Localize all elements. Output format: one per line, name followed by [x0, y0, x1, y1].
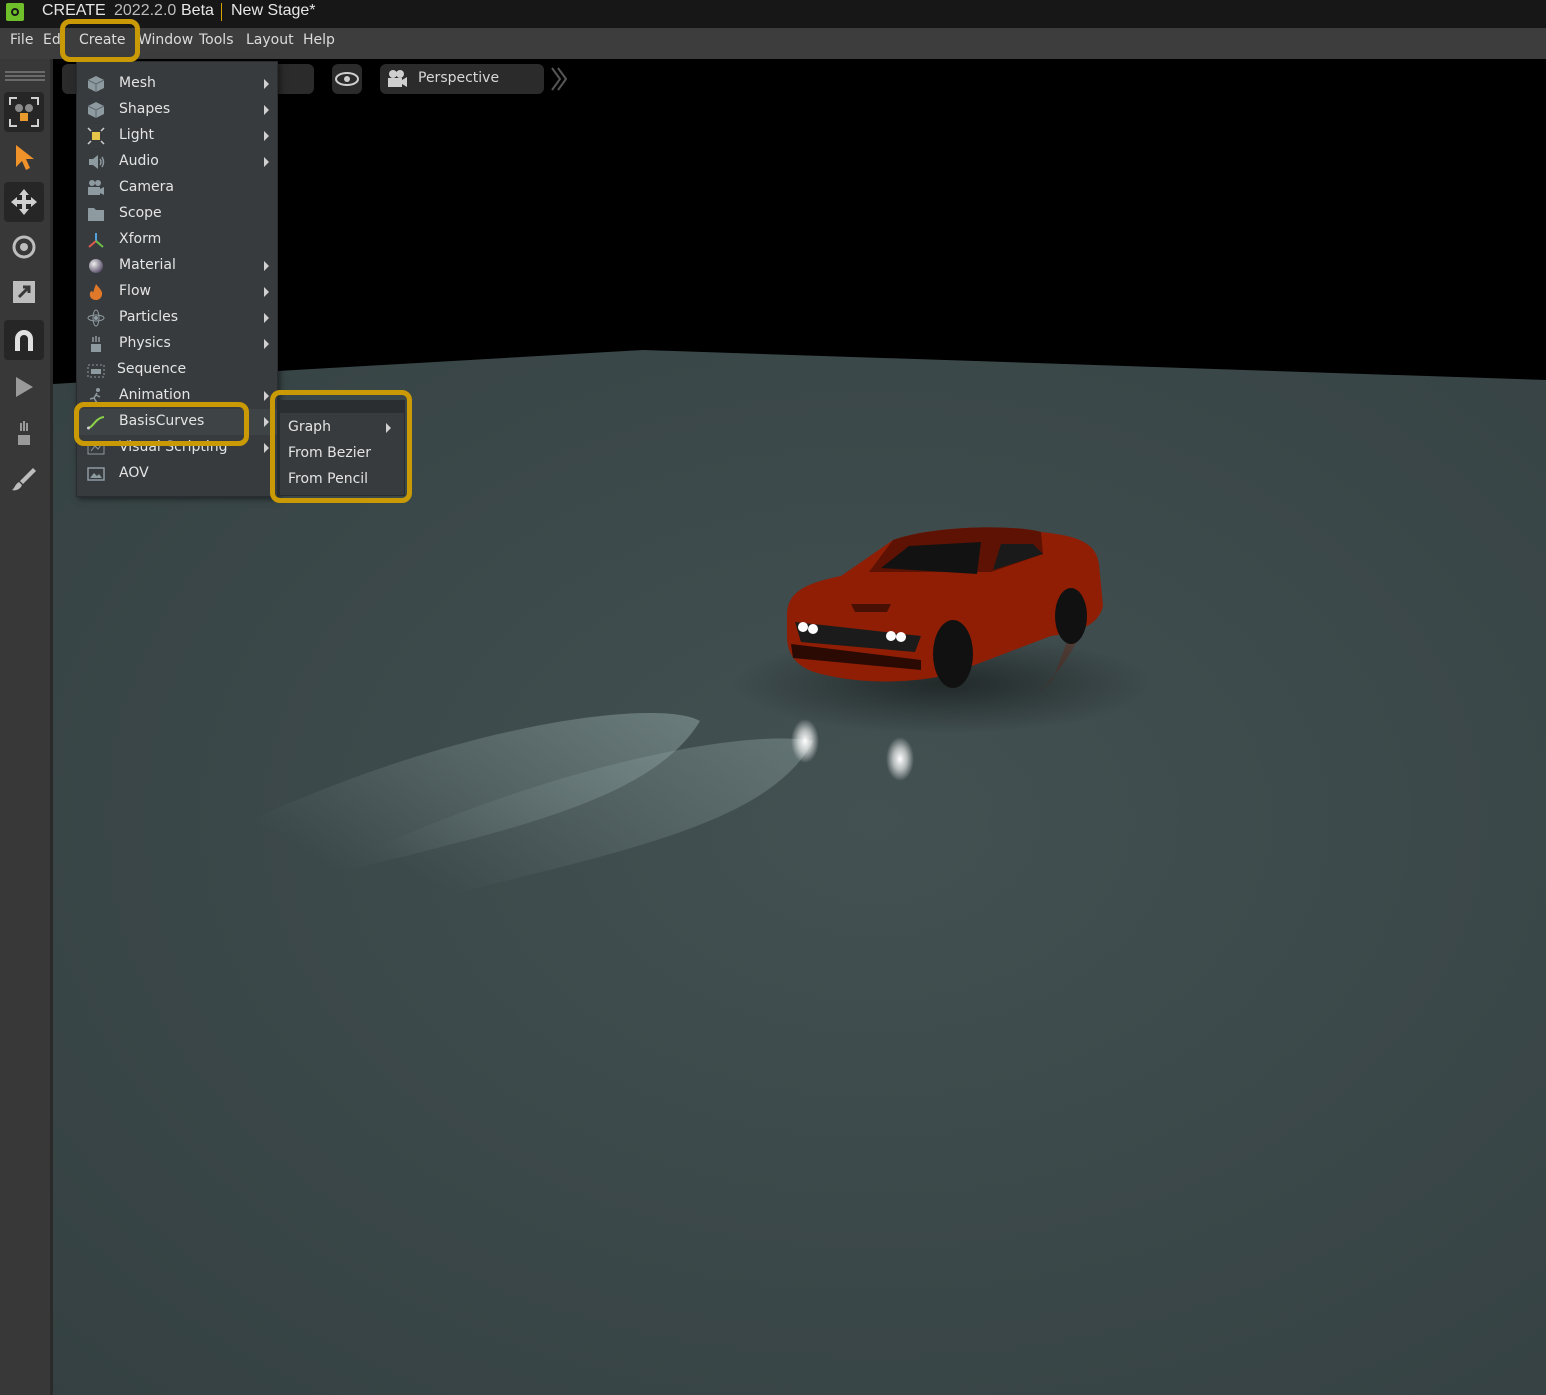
flame-icon	[89, 284, 103, 300]
app-version: 2022.2.0	[114, 2, 177, 19]
menu-help[interactable]: Help	[303, 32, 335, 48]
select-tool-icon[interactable]	[4, 137, 44, 177]
menu-item-aov[interactable]: AOV	[77, 461, 277, 487]
image-icon	[87, 467, 105, 481]
paint-tool-icon[interactable]	[4, 459, 44, 499]
submenu-arrow-icon	[264, 131, 269, 141]
animation-icon	[89, 388, 101, 404]
submenu-arrow-icon	[386, 423, 391, 433]
snap-tool-icon[interactable]	[4, 320, 44, 360]
menu-item-particles[interactable]: Particles	[77, 305, 277, 331]
frame-selection-tool-icon[interactable]	[4, 92, 44, 132]
menu-item-visual-scripting[interactable]: Visual Scripting	[77, 435, 277, 461]
graph-icon	[87, 441, 105, 455]
menu-item-basiscurves[interactable]: BasisCurves	[77, 409, 277, 435]
toolbar-grip-icon[interactable]	[5, 67, 45, 81]
play-tool-icon[interactable]	[4, 367, 44, 407]
stage-name: New Stage*	[231, 2, 316, 19]
light-icon	[87, 127, 105, 145]
menu-item-audio[interactable]: Audio	[77, 149, 277, 175]
menu-file[interactable]: File	[10, 32, 33, 48]
menu-item-physics[interactable]: Physics	[77, 331, 277, 357]
camera-icon	[88, 180, 104, 195]
camera-selector[interactable]: Perspective	[380, 64, 544, 94]
menu-create[interactable]: Create	[79, 32, 126, 48]
left-toolbar	[0, 59, 50, 1395]
submenu-arrow-icon	[264, 443, 269, 453]
menu-item-shapes[interactable]: Shapes	[77, 97, 277, 123]
menu-layout[interactable]: Layout	[246, 32, 294, 48]
menu-edit[interactable]: Ed	[43, 32, 61, 48]
viewport-expand-icon[interactable]	[549, 64, 568, 94]
physics-tool-icon[interactable]	[4, 414, 44, 454]
submenu-arrow-icon	[264, 287, 269, 297]
menu-tools[interactable]: Tools	[199, 32, 234, 48]
menu-item-camera[interactable]: Camera	[77, 175, 277, 201]
move-tool-icon[interactable]	[4, 182, 44, 222]
title-bar: CREATE 2022.2.0 Beta New Stage*	[0, 0, 1546, 28]
submenu-arrow-icon	[264, 313, 269, 323]
menu-item-animation[interactable]: Animation	[77, 383, 277, 409]
app-logo-icon	[6, 3, 24, 21]
camera-icon	[388, 70, 407, 87]
cube-icon	[87, 76, 105, 92]
axes-icon	[88, 233, 104, 248]
title-separator	[221, 3, 222, 21]
submenu-arrow-icon	[264, 79, 269, 89]
submenu-item-from-bezier[interactable]: From Bezier	[280, 441, 404, 467]
submenu-arrow-icon	[264, 105, 269, 115]
submenu-header	[280, 401, 404, 413]
submenu-arrow-icon	[264, 417, 269, 427]
app-channel: Beta	[181, 2, 214, 19]
camera-name: Perspective	[418, 70, 500, 86]
menu-window[interactable]: Window	[138, 32, 193, 48]
menu-item-flow[interactable]: Flow	[77, 279, 277, 305]
submenu-arrow-icon	[264, 261, 269, 271]
submenu-arrow-icon	[264, 391, 269, 401]
curve-icon	[87, 416, 105, 430]
atom-icon	[87, 309, 105, 327]
menu-item-mesh[interactable]: Mesh	[77, 71, 277, 97]
menu-bar: File Ed Create Window Tools Layout Help	[0, 28, 1546, 59]
menu-item-sequence[interactable]: Sequence	[77, 357, 277, 383]
create-menu: Mesh Shapes Light Audio Camera Scope Xfo…	[76, 61, 278, 497]
folder-icon	[88, 208, 104, 221]
menu-item-light[interactable]: Light	[77, 123, 277, 149]
app-name: CREATE	[42, 2, 106, 19]
cube-icon	[87, 102, 105, 118]
sphere-icon	[89, 259, 103, 273]
speaker-icon	[89, 155, 105, 169]
visibility-eye-icon[interactable]	[332, 64, 362, 94]
menu-item-xform[interactable]: Xform	[77, 227, 277, 253]
rotate-tool-icon[interactable]	[4, 227, 44, 267]
basiscurves-submenu: Graph From Bezier From Pencil	[279, 400, 405, 496]
submenu-item-from-pencil[interactable]: From Pencil	[280, 467, 404, 493]
submenu-arrow-icon	[264, 157, 269, 167]
car-model	[787, 527, 1103, 688]
submenu-item-graph[interactable]: Graph	[280, 415, 404, 441]
submenu-arrow-icon	[264, 339, 269, 349]
menu-item-material[interactable]: Material	[77, 253, 277, 279]
scale-tool-icon[interactable]	[4, 272, 44, 312]
menu-item-scope[interactable]: Scope	[77, 201, 277, 227]
physics-icon	[91, 336, 101, 352]
sequence-icon	[87, 364, 105, 378]
